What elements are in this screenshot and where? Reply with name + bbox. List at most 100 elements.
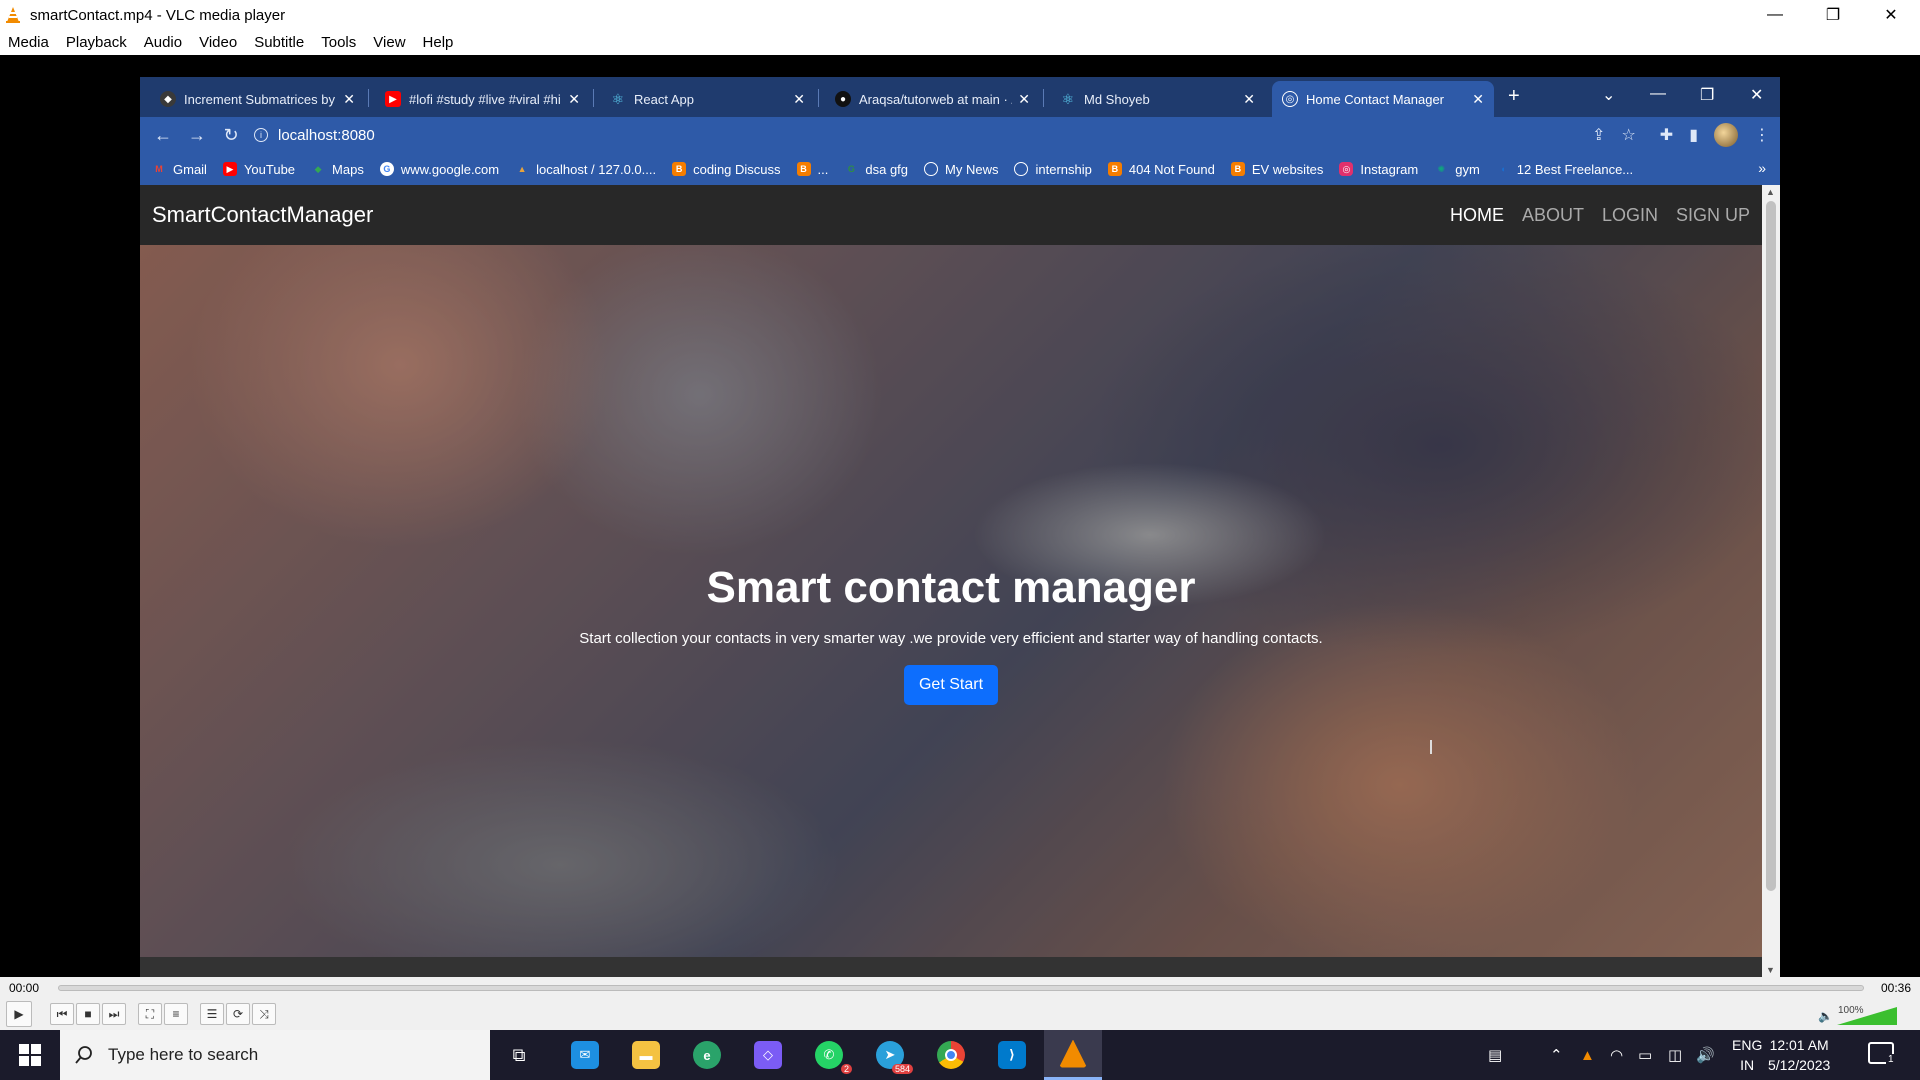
close-icon[interactable]: ✕ — [1018, 91, 1030, 108]
tab-2[interactable]: ⚛ React App ✕ — [600, 81, 815, 117]
site-brand[interactable]: SmartContactManager — [152, 202, 373, 228]
bookmark-freelance[interactable]: ◖ 12 Best Freelance... — [1496, 162, 1633, 177]
start-button[interactable] — [0, 1030, 60, 1080]
close-icon[interactable]: ✕ — [793, 91, 805, 108]
tab-search-icon[interactable]: ⌄ — [1602, 85, 1615, 105]
battery-icon[interactable]: ▭ — [1638, 1030, 1652, 1080]
taskbar-search[interactable]: Type here to search — [60, 1030, 490, 1080]
profile-avatar[interactable] — [1714, 123, 1738, 147]
tray-vlc-icon[interactable]: ▲ — [1580, 1030, 1595, 1080]
task-view-button[interactable]: ⧉ — [490, 1030, 548, 1080]
fullscreen-icon[interactable]: ⛶ — [138, 1003, 162, 1025]
close-icon[interactable]: ✕ — [1472, 91, 1484, 108]
nav-login[interactable]: LOGIN — [1602, 205, 1658, 226]
play-button[interactable]: ▶ — [6, 1001, 32, 1027]
previous-icon[interactable]: ⏮ — [50, 1003, 74, 1025]
copilot-app[interactable]: ◇ — [739, 1030, 797, 1080]
close-button[interactable]: ✕ — [1862, 0, 1920, 30]
menu-video[interactable]: Video — [199, 34, 237, 51]
seek-bar[interactable] — [58, 985, 1864, 991]
github-icon: ● — [835, 91, 851, 107]
bookmark-maps[interactable]: ◆ Maps — [311, 162, 364, 177]
bookmark-gmail[interactable]: M Gmail — [152, 162, 207, 177]
browser-restore-icon[interactable]: ❐ — [1700, 85, 1714, 105]
menu-playback[interactable]: Playback — [66, 34, 127, 51]
extensions-icon[interactable]: ✚ — [1660, 125, 1673, 145]
video-area[interactable]: ◆ Increment Submatrices by C ✕ ▶ #lofi #… — [0, 55, 1920, 977]
scroll-down-icon[interactable]: ▼ — [1766, 965, 1775, 975]
vscode-app[interactable]: ⟩ — [983, 1030, 1041, 1080]
playlist-icon[interactable]: ☰ — [200, 1003, 224, 1025]
address-bar[interactable]: i localhost:8080 — [254, 127, 375, 144]
side-panel-icon[interactable]: ▮ — [1689, 125, 1698, 145]
volume-icon[interactable]: 🔊 — [1696, 1030, 1715, 1080]
bookmarks-overflow-icon[interactable]: » — [1758, 160, 1766, 176]
new-tab-button[interactable]: + — [1508, 85, 1520, 108]
whatsapp-app[interactable]: ✆ 2 — [800, 1030, 858, 1080]
tab-5-active[interactable]: ◎ Home Contact Manager ✕ — [1272, 81, 1494, 117]
menu-media[interactable]: Media — [8, 34, 49, 51]
menu-subtitle[interactable]: Subtitle — [254, 34, 304, 51]
browser-minimize-icon[interactable]: — — [1650, 85, 1666, 103]
bookmark-youtube[interactable]: ▶ YouTube — [222, 162, 295, 177]
bookmark-404[interactable]: B 404 Not Found — [1107, 162, 1215, 177]
reload-icon[interactable]: ↻ — [214, 125, 248, 146]
bookmark-star-icon[interactable]: ☆ — [1621, 125, 1635, 145]
shuffle-icon[interactable]: ⤨ — [252, 1003, 276, 1025]
speaker-icon[interactable]: 🔈 — [1818, 1009, 1833, 1023]
close-icon[interactable]: ✕ — [343, 91, 355, 108]
bookmark-gym[interactable]: ✺ gym — [1434, 162, 1479, 177]
system-clock[interactable]: 12:01 AM 5/12/2023 — [1768, 1035, 1830, 1075]
nav-signup[interactable]: SIGN UP — [1676, 205, 1750, 226]
tab-0[interactable]: ◆ Increment Submatrices by C ✕ — [150, 81, 365, 117]
meet-now-icon[interactable]: ◫ — [1668, 1030, 1682, 1080]
close-icon[interactable]: ✕ — [568, 91, 580, 108]
bookmark-coding-discuss[interactable]: Bcoding Discuss — [672, 162, 781, 177]
share-icon[interactable]: ⇪ — [1592, 125, 1605, 145]
forward-icon[interactable]: → — [180, 125, 214, 146]
minimize-button[interactable]: — — [1746, 0, 1804, 30]
vlc-app[interactable] — [1044, 1030, 1102, 1080]
bookmark-dsa-gfg[interactable]: Gdsa gfg — [844, 162, 908, 177]
menu-view[interactable]: View — [373, 34, 405, 51]
bookmark-ev-websites[interactable]: B EV websites — [1230, 162, 1323, 177]
bookmark-my-news[interactable]: My News — [924, 162, 998, 177]
restore-button[interactable]: ❐ — [1804, 0, 1862, 30]
tab-3[interactable]: ● Araqsa/tutorweb at main · / ✕ — [825, 81, 1040, 117]
telegram-app[interactable]: ➤ 584 — [861, 1030, 919, 1080]
menu-audio[interactable]: Audio — [144, 34, 182, 51]
browser-close-icon[interactable]: ✕ — [1750, 85, 1763, 105]
tab-1[interactable]: ▶ #lofi #study #live #viral #hi ✕ — [375, 81, 590, 117]
nav-home[interactable]: HOME — [1450, 205, 1504, 226]
language-indicator[interactable]: ENG IN — [1732, 1035, 1762, 1075]
scroll-up-icon[interactable]: ▲ — [1766, 187, 1775, 197]
scroll-thumb[interactable] — [1766, 201, 1776, 891]
loop-icon[interactable]: ⟳ — [226, 1003, 250, 1025]
file-explorer-app[interactable]: ▬ — [617, 1030, 675, 1080]
bookmark-localhost[interactable]: ▲ localhost / 127.0.0.... — [515, 162, 656, 177]
extended-settings-icon[interactable]: ≡ — [164, 1003, 188, 1025]
bookmark-internship[interactable]: internship — [1014, 162, 1092, 177]
close-icon[interactable]: ✕ — [1243, 91, 1255, 108]
tray-overflow-icon[interactable]: ⌃ — [1550, 1030, 1563, 1080]
next-icon[interactable]: ⏭ — [102, 1003, 126, 1025]
menu-tools[interactable]: Tools — [321, 34, 356, 51]
back-icon[interactable]: ← — [146, 125, 180, 146]
bookmark-ellipsis[interactable]: B... — [796, 162, 828, 177]
wifi-icon[interactable]: ◠ — [1610, 1030, 1623, 1080]
bookmark-google[interactable]: Gwww.google.com — [379, 162, 499, 177]
stop-icon[interactable]: ■ — [76, 1003, 100, 1025]
site-info-icon[interactable]: i — [254, 128, 268, 142]
get-start-button[interactable]: Get Start — [904, 665, 998, 705]
volume-slider[interactable]: 🔈 — [1818, 1007, 1897, 1025]
menu-kebab-icon[interactable]: ⋮ — [1754, 125, 1770, 145]
edge-app[interactable]: e — [678, 1030, 736, 1080]
page-scrollbar[interactable]: ▲ ▼ — [1762, 185, 1780, 977]
nav-about[interactable]: ABOUT — [1522, 205, 1584, 226]
news-widget-icon[interactable]: ▤ — [1488, 1030, 1502, 1080]
menu-help[interactable]: Help — [423, 34, 454, 51]
bookmark-instagram[interactable]: ◎ Instagram — [1339, 162, 1418, 177]
tab-4[interactable]: ⚛ Md Shoyeb ✕ — [1050, 81, 1265, 117]
mail-app[interactable]: ✉ — [556, 1030, 614, 1080]
chrome-app[interactable] — [922, 1030, 980, 1080]
